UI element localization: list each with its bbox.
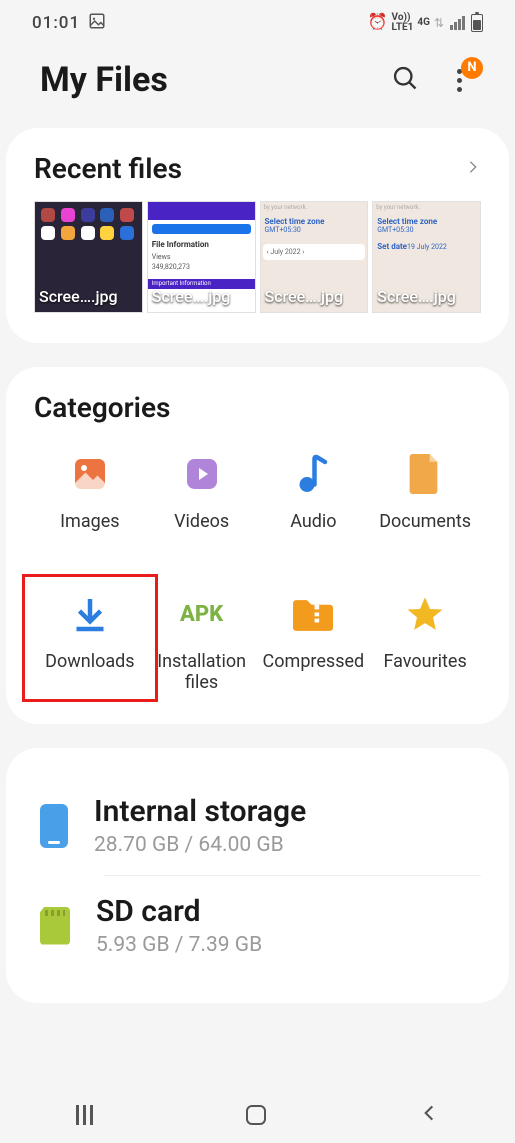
recent-file-name: Scree….jpg <box>148 283 255 312</box>
recent-file-name: Scree….jpg <box>373 283 480 312</box>
category-videos[interactable]: Videos <box>146 454 258 554</box>
category-documents[interactable]: Documents <box>369 454 481 554</box>
category-images[interactable]: Images <box>34 454 146 554</box>
compressed-icon <box>293 594 333 634</box>
phone-icon <box>40 804 68 848</box>
category-compressed[interactable]: Compressed <box>258 594 370 694</box>
internal-storage-row[interactable]: Internal storage 28.70 GB / 64.00 GB <box>34 776 481 875</box>
documents-icon <box>405 454 445 494</box>
recent-file-thumb[interactable]: Get Support File Information Views 349,8… <box>147 201 256 313</box>
recent-file-thumb[interactable]: by your network. Select time zoneGMT+05:… <box>260 201 369 313</box>
category-audio[interactable]: Audio <box>258 454 370 554</box>
recent-file-name: Scree….jpg <box>261 283 368 312</box>
status-bar: 01:01 Vo)) LTE1 4G ⇅ <box>0 0 515 40</box>
recent-file-thumb[interactable]: by your network. Select time zoneGMT+05:… <box>372 201 481 313</box>
recent-files-card: Recent files Scree….jpg Get Support File… <box>6 128 509 343</box>
app-header: My Files N <box>0 40 515 128</box>
net-indicator: 4G <box>417 18 430 28</box>
storage-subtitle: 28.70 GB / 64.00 GB <box>94 833 306 857</box>
battery-icon <box>471 14 483 32</box>
nav-back-button[interactable] <box>419 1103 439 1127</box>
category-downloads[interactable]: Downloads <box>34 594 146 694</box>
page-title: My Files <box>40 60 391 100</box>
nav-recents-button[interactable] <box>76 1105 93 1125</box>
search-icon[interactable] <box>391 64 419 96</box>
images-icon <box>70 454 110 494</box>
category-favourites[interactable]: Favourites <box>369 594 481 694</box>
storage-card: Internal storage 28.70 GB / 64.00 GB SD … <box>6 748 509 1003</box>
apk-icon: APK <box>182 594 222 634</box>
sd-card-row[interactable]: SD card 5.93 GB / 7.39 GB <box>34 876 481 975</box>
videos-icon <box>182 454 222 494</box>
categories-title: Categories <box>34 391 481 424</box>
notification-badge: N <box>461 57 483 79</box>
recent-file-thumb[interactable]: Scree….jpg <box>34 201 143 313</box>
category-installation-files[interactable]: APK Installation files <box>146 594 258 694</box>
sd-icon <box>40 907 70 945</box>
signal-icon <box>450 16 465 30</box>
favourites-icon <box>405 594 445 634</box>
audio-icon <box>293 454 333 494</box>
more-button[interactable]: N <box>443 69 475 92</box>
categories-card: Categories Images Videos Audio Documents… <box>6 367 509 724</box>
storage-title: SD card <box>96 894 262 929</box>
recent-file-name: Scree….jpg <box>35 283 142 312</box>
storage-subtitle: 5.93 GB / 7.39 GB <box>96 933 262 957</box>
nav-home-button[interactable] <box>246 1105 266 1125</box>
status-time: 01:01 <box>32 13 80 33</box>
alarm-icon <box>368 17 388 30</box>
chevron-right-icon[interactable] <box>465 159 481 179</box>
recent-files-title[interactable]: Recent files <box>34 152 182 185</box>
picture-icon <box>88 12 106 35</box>
data-arrows-icon: ⇅ <box>434 18 444 28</box>
storage-title: Internal storage <box>94 794 306 829</box>
navigation-bar <box>0 1087 515 1143</box>
lte-indicator: Vo)) LTE1 <box>392 13 414 33</box>
downloads-icon <box>70 594 110 634</box>
